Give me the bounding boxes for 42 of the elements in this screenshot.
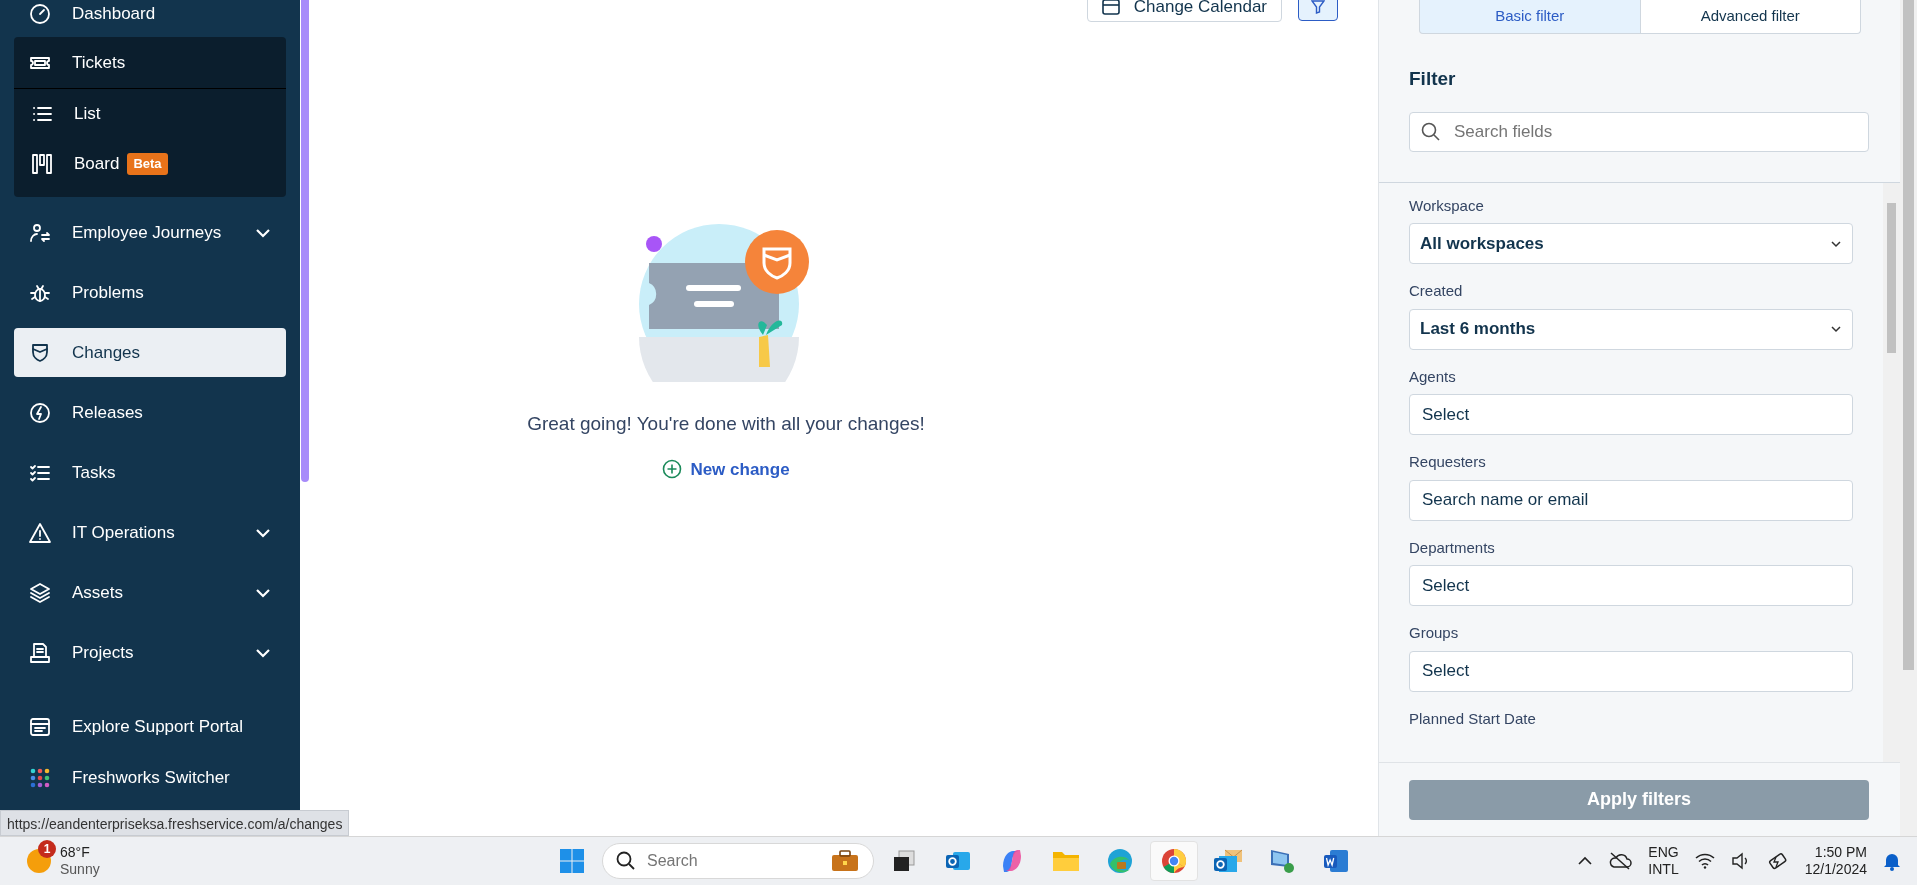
sidebar-item[interactable]: Problems — [14, 268, 286, 317]
sidebar-subitem[interactable]: Board Beta — [14, 139, 286, 189]
field-label: Planned Start Date — [1409, 708, 1537, 729]
dropdown[interactable]: All workspaces — [1409, 223, 1853, 264]
field-label: Created — [1409, 281, 1464, 301]
filter-tab[interactable]: Advanced filter — [1640, 0, 1861, 34]
field-label: Groups — [1409, 623, 1460, 643]
sidebar-item[interactable]: Employee Journeys — [14, 208, 286, 257]
field-label: Workspace — [1409, 195, 1485, 216]
notification-badge: 1 — [38, 840, 56, 858]
filter-tab[interactable]: Basic filter — [1419, 0, 1641, 34]
sidebar-item[interactable]: Freshworks Switcher — [14, 758, 286, 798]
select-field[interactable]: Select — [1409, 650, 1853, 692]
sidebar-item[interactable]: Tickets — [14, 37, 286, 89]
filter-heading: Filter — [1409, 67, 1457, 91]
language-indicator[interactable]: ENG INTL — [1648, 844, 1679, 878]
search-fields-input[interactable]: Search fields — [1409, 111, 1869, 152]
field-label: Requesters — [1409, 452, 1487, 472]
taskbar-search[interactable]: Search — [602, 843, 874, 879]
beta-badge: Beta — [127, 153, 168, 175]
sidebar-item[interactable]: Projects — [14, 628, 286, 677]
status-url-tooltip: https://eandenterpriseksa.freshservice.com/a/changes — [0, 810, 350, 836]
sidebar-item[interactable]: Explore Support Portal — [14, 707, 286, 747]
field-label: Agents — [1409, 366, 1457, 387]
sidebar-item[interactable]: Changes — [14, 328, 286, 377]
weather-condition: Sunny — [60, 861, 100, 878]
sidebar-item[interactable]: Dashboard — [14, 0, 286, 26]
field-label: Departments — [1409, 537, 1496, 558]
sidebar-item[interactable]: IT Operations — [14, 508, 286, 557]
sidebar-item[interactable]: Releases — [14, 388, 286, 437]
sidebar-item[interactable]: Assets — [14, 568, 286, 617]
empty-state-message: Great going! You're done with all your changes! — [527, 412, 925, 436]
select-field[interactable]: Select — [1409, 565, 1853, 606]
temperature: 68°F — [60, 844, 91, 861]
taskbar-clock[interactable]: 1:50 PM 12/1/2024 — [1804, 844, 1867, 878]
new-change-link[interactable]: New change — [662, 456, 790, 482]
change-calendar-button[interactable]: Change Calendar — [1086, 0, 1282, 22]
dropdown[interactable]: Last 6 months — [1409, 308, 1853, 350]
select-field[interactable]: Select — [1409, 394, 1853, 435]
sidebar-item[interactable]: Tasks — [14, 448, 286, 497]
select-field[interactable]: Search name or email — [1409, 479, 1853, 521]
sidebar-subitem[interactable]: List — [14, 89, 286, 139]
